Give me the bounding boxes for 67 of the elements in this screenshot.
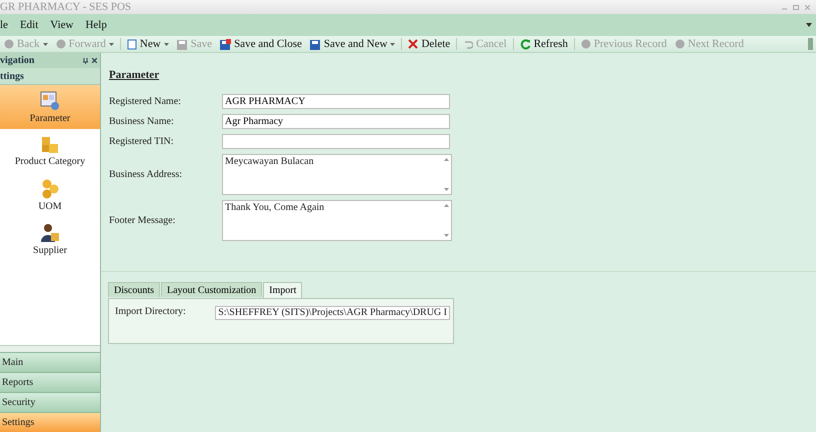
dropdown-icon <box>42 42 48 46</box>
dropdown-icon <box>164 42 169 46</box>
tab[interactable]: Layout Customization <box>161 282 262 297</box>
group-header[interactable]: ttings <box>0 68 100 85</box>
window-title: GR PHARMACY - SES POS <box>0 1 132 13</box>
scroll-up-icon[interactable] <box>444 204 449 207</box>
dropdown-icon <box>390 42 396 46</box>
circle-icon <box>580 39 591 49</box>
text-area[interactable]: Meycawayan Bulacan <box>222 154 452 195</box>
maximize-icon[interactable] <box>793 4 799 10</box>
tab[interactable]: Discounts <box>108 282 160 297</box>
menu-item[interactable]: View <box>50 19 74 31</box>
menu-item[interactable]: le <box>0 19 8 31</box>
field-label: Registered Name: <box>109 96 182 107</box>
field-label: Business Name: <box>109 116 175 127</box>
navigation-group-button[interactable]: Reports <box>0 372 100 392</box>
dropdown-icon <box>108 42 114 46</box>
scroll-down-icon[interactable] <box>444 234 449 237</box>
circle-icon <box>4 39 14 49</box>
navigation-group-button[interactable]: Main <box>0 352 100 372</box>
pin-icon[interactable] <box>83 58 88 64</box>
input-field[interactable]: AGR PHARMACY <box>222 94 450 109</box>
field-label: Business Address: <box>109 169 184 180</box>
navigation-item[interactable]: Parameter <box>0 85 100 129</box>
field-label: Registered TIN: <box>109 136 175 147</box>
scroll-down-icon[interactable] <box>444 188 449 191</box>
toolbar-button[interactable]: Refresh <box>518 36 570 52</box>
boxes-icon <box>40 136 60 154</box>
section-heading: Parameter <box>109 69 160 81</box>
scroll-up-icon[interactable] <box>444 158 449 161</box>
floppy-icon <box>176 38 188 50</box>
x-icon <box>408 39 418 49</box>
navigation-item[interactable]: Product Category <box>0 129 100 173</box>
circle-icon <box>674 39 685 49</box>
input-field[interactable] <box>222 134 450 149</box>
settings-window-icon <box>40 90 60 110</box>
toolbar-button[interactable]: New <box>124 36 171 52</box>
navigation-group-button[interactable]: Security <box>0 392 100 412</box>
close-icon[interactable] <box>92 58 97 63</box>
text-area[interactable]: Thank You, Come Again <box>222 200 452 241</box>
tab[interactable]: Import <box>263 282 302 298</box>
menu-item[interactable]: Edit <box>20 19 38 31</box>
panel-title: vigation <box>0 55 36 66</box>
toolbar-button[interactable]: Delete <box>406 36 452 52</box>
toolbar-button[interactable]: Save and Close <box>218 36 304 52</box>
field-label: Footer Message: <box>109 215 176 226</box>
navigation-item[interactable]: Supplier <box>0 217 100 261</box>
input-field[interactable]: S:\SHEFFREY (SITS)\Projects\AGR Pharmacy\DRUG I <box>215 306 450 320</box>
splitter-handle[interactable] <box>0 345 100 352</box>
person-icon <box>40 222 60 242</box>
page-icon <box>126 38 137 50</box>
floppy-icon <box>310 38 321 50</box>
item-label: Parameter <box>30 112 70 124</box>
menu-item[interactable]: Help <box>85 19 107 31</box>
circle-icon <box>56 39 66 49</box>
toolbar-button[interactable]: Save and New <box>308 36 398 52</box>
navigation-group-button[interactable]: Settings <box>0 412 100 432</box>
refresh-icon <box>520 38 531 50</box>
floppy-icon <box>220 38 232 50</box>
item-label: Supplier <box>33 244 67 256</box>
item-label: Product Category <box>14 156 86 166</box>
field-label: Import Directory: <box>115 306 187 317</box>
dropdown-icon[interactable] <box>806 23 812 27</box>
item-label: UOM <box>38 200 62 212</box>
undo-icon <box>463 39 474 49</box>
navigation-item[interactable]: UOM <box>0 173 100 217</box>
input-field[interactable]: Agr Pharmacy <box>222 114 450 129</box>
